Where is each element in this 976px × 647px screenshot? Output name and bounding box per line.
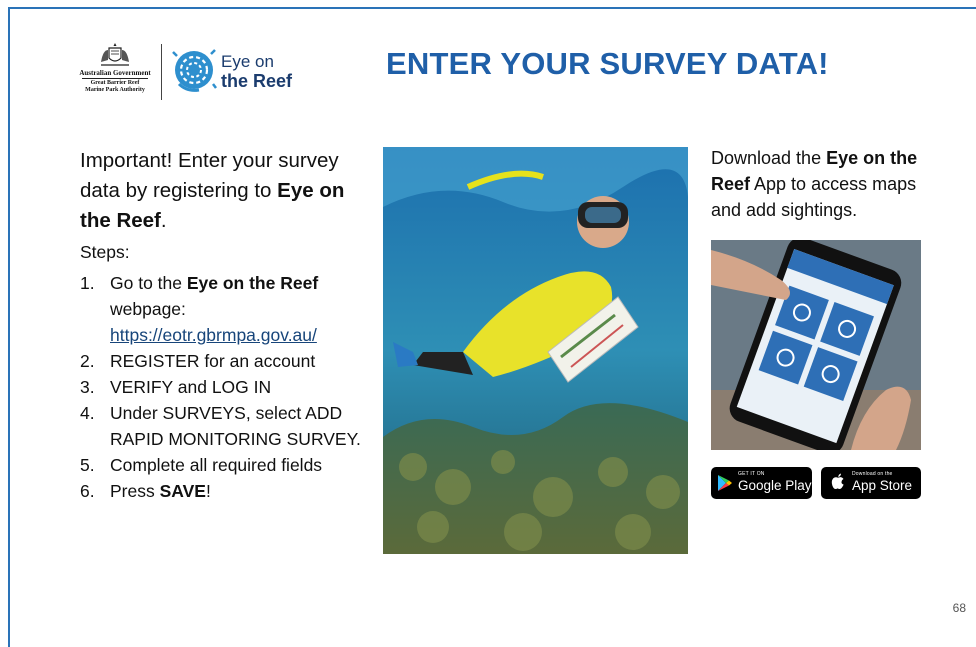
step-number: 3. bbox=[80, 377, 95, 397]
logo-text-line2: the Reef bbox=[221, 71, 293, 91]
step-number: 4. bbox=[80, 403, 95, 423]
eotr-website-link[interactable]: https://eotr.gbrmpa.gov.au/ bbox=[110, 325, 317, 345]
page-title: ENTER YOUR SURVEY DATA! bbox=[386, 46, 829, 81]
google-play-big: Google Play bbox=[738, 478, 812, 493]
list-item: 4. Under SURVEYS, select ADD RAPID MONIT… bbox=[80, 400, 380, 452]
reef-swirl-icon bbox=[172, 49, 217, 92]
step-number: 5. bbox=[80, 455, 95, 475]
list-item: 2. REGISTER for an account bbox=[80, 348, 380, 374]
download-text: Download the Eye on the Reef App to acce… bbox=[711, 145, 941, 223]
snorkeler-photo bbox=[383, 147, 688, 554]
step-number: 2. bbox=[80, 351, 95, 371]
snorkeler-illustration bbox=[383, 147, 688, 554]
step-number: 6. bbox=[80, 481, 95, 501]
list-item: 1. Go to the Eye on the Reef webpage: htt… bbox=[80, 270, 380, 348]
step-number: 1. bbox=[80, 273, 95, 293]
step-text: Under SURVEYS, select ADD RAPID MONITORI… bbox=[110, 403, 361, 449]
step-text: REGISTER for an account bbox=[110, 351, 316, 371]
page-number: 68 bbox=[952, 601, 966, 615]
coat-of-arms-icon bbox=[101, 43, 129, 66]
gov-agency-line2: Marine Park Authority bbox=[85, 87, 145, 93]
logo-divider bbox=[161, 44, 162, 100]
app-store-big: App Store bbox=[852, 478, 913, 493]
app-phone-photo bbox=[711, 240, 921, 450]
app-store-small: Download on the bbox=[852, 471, 893, 477]
google-play-badge[interactable]: GET IT ON Google Play bbox=[711, 467, 812, 499]
intro-suffix: . bbox=[160, 209, 167, 232]
step-text: ! bbox=[205, 481, 211, 501]
steps-list: 1. Go to the Eye on the Reef webpage: htt… bbox=[80, 270, 380, 504]
gov-name: Australian Government bbox=[79, 69, 151, 77]
download-prefix: Download the bbox=[711, 148, 827, 168]
gov-rule bbox=[82, 78, 148, 79]
step-text: Go to the bbox=[110, 273, 187, 293]
logo-text-line1: Eye on bbox=[221, 52, 274, 71]
intro-text: Important! Enter your survey data by reg… bbox=[80, 146, 370, 236]
step-text: webpage: bbox=[110, 299, 186, 319]
australian-government-logo: Australian Government Great Barrier Reef… bbox=[70, 42, 160, 104]
google-play-icon bbox=[718, 475, 732, 491]
list-item: 5. Complete all required fields bbox=[80, 452, 380, 478]
list-item: 3. VERIFY and LOG IN bbox=[80, 374, 380, 400]
app-store-badge[interactable]: Download on the App Store bbox=[821, 467, 921, 499]
phone-illustration bbox=[711, 240, 921, 450]
steps-heading: Steps: bbox=[80, 242, 130, 262]
google-play-small: GET IT ON bbox=[738, 471, 765, 477]
apple-icon bbox=[831, 473, 844, 489]
gov-agency-line1: Great Barrier Reef bbox=[90, 80, 140, 86]
eye-on-the-reef-logo: Eye on the Reef bbox=[171, 46, 301, 98]
step-text: VERIFY and LOG IN bbox=[110, 377, 272, 397]
list-item: 6. Press SAVE! bbox=[80, 478, 380, 504]
step-text: Press bbox=[110, 481, 160, 501]
step-bold: SAVE bbox=[159, 481, 206, 501]
step-bold: Eye on the Reef bbox=[186, 273, 319, 293]
step-text: Complete all required fields bbox=[110, 455, 323, 475]
